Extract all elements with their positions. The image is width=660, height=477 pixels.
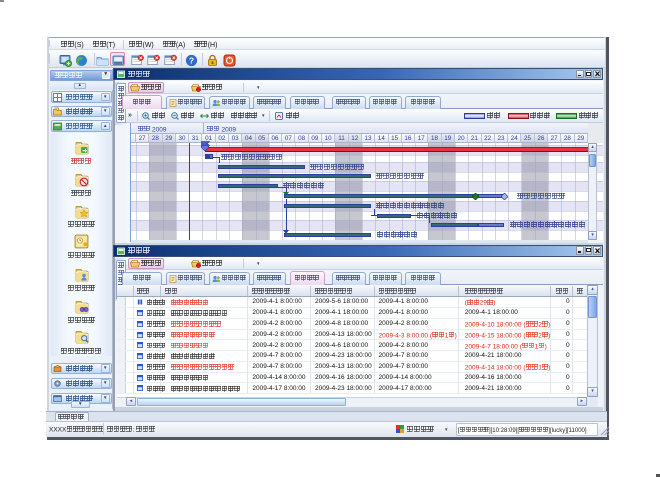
svg-text:?: ? [189, 55, 194, 65]
